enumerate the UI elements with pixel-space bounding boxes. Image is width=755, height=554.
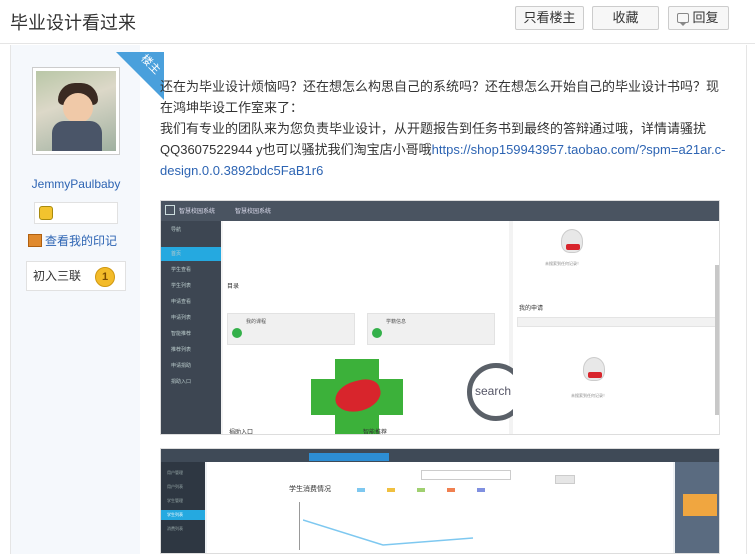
thread-title: 毕业设计看过来	[10, 13, 136, 33]
only-op-button[interactable]: 只看楼主	[515, 6, 584, 30]
avatar[interactable]	[32, 67, 120, 155]
footprint-label: 查看我的印记	[45, 234, 118, 248]
status-dot-icon	[232, 328, 242, 338]
shot1-bottom-left: 捐助入口	[229, 430, 254, 435]
shot2-nav-2: 学生管理	[167, 498, 183, 503]
reply-button-label: 回复	[692, 10, 719, 25]
shot1-topbar: 智慧校园系统 智慧校园系统	[161, 201, 719, 221]
avatar-face	[63, 93, 93, 123]
shot1-right-panel: 未搜索到任何记录！ 我的申请 未搜索到任何记录！	[513, 221, 719, 434]
column-divider	[746, 45, 747, 554]
sun-icon	[39, 206, 53, 220]
star-icon: 1	[95, 267, 115, 287]
robot-icon	[561, 229, 583, 253]
shot1-empty-tip-1: 未搜索到任何记录！	[545, 261, 581, 266]
badge-text: 初入三联	[33, 269, 82, 283]
shot1-card-2: 学籍信息	[367, 313, 495, 345]
shot1-sidebar: 导航 首页 学生查看 学生列表 申请查看 申请列表 智能推荐 推荐列表 申请捐助…	[161, 221, 221, 434]
robot-icon	[583, 357, 605, 381]
shot2-nav-1: 用户列表	[167, 484, 183, 489]
reply-button[interactable]: 回复	[668, 6, 729, 30]
shot2-right-panel	[675, 462, 719, 553]
shot2-series-line	[303, 519, 474, 546]
post-paragraph-1: 还在为毕业设计烦恼吗？还在想怎么构思自己的系统吗？还在想怎么开始自己的毕业设计书…	[160, 79, 720, 115]
shot2-nav-0: 用户管理	[167, 470, 183, 475]
legend-swatch	[447, 488, 455, 492]
post-image-2: 用户管理 用户列表 学生管理 学生列表 消费列表 学生消费情况	[160, 448, 720, 554]
shot1-nav-9: 捐助入口	[171, 379, 192, 385]
member-badge: 初入三联 1	[26, 261, 126, 291]
shot2-nav-3: 学生列表	[161, 510, 205, 520]
shot2-main: 学生消费情况	[207, 462, 673, 553]
magnifier-label: search	[475, 384, 512, 398]
rank-bar	[34, 202, 118, 224]
avatar-body	[52, 121, 102, 151]
shot1-nav-3: 学生列表	[171, 283, 192, 289]
shot1-nav-0: 导航	[171, 227, 182, 233]
shot1-main: 目录 我的课程 学籍信息 search 捐助入口 智能推荐	[223, 221, 541, 435]
shot1-right-title: 我的申请	[519, 306, 544, 312]
post-content: 还在为毕业设计烦恼吗？还在想怎么构思自己的系统吗？还在想怎么开始自己的毕业设计书…	[160, 76, 730, 181]
legend-swatch	[387, 488, 395, 492]
shot1-table-header	[517, 317, 717, 327]
shot2-tab	[309, 453, 389, 461]
shot2-search-button	[555, 475, 575, 484]
shot1-nav-2: 学生查看	[171, 267, 192, 273]
shot1-scrollbar	[715, 265, 719, 415]
thread-header: 毕业设计看过来 只看楼主 收藏 回复	[0, 0, 755, 44]
shot1-brand-2: 智慧校园系统	[235, 209, 272, 215]
shot1-nav-6: 智能推荐	[171, 331, 192, 337]
legend-swatch	[417, 488, 425, 492]
shot2-topbar	[161, 449, 719, 462]
shot1-card-2-label: 学籍信息	[386, 319, 407, 325]
favorite-button[interactable]: 收藏	[592, 6, 659, 30]
shot1-card-1: 我的课程	[227, 313, 355, 345]
shot1-section-label: 目录	[227, 284, 240, 290]
shot1-card-1-label: 我的课程	[246, 319, 267, 325]
footprint-link[interactable]: 查看我的印记	[28, 233, 117, 249]
avatar-photo	[36, 71, 116, 151]
legend-swatch	[357, 488, 365, 492]
shot1-empty-tip-2: 未搜索到任何记录！	[571, 393, 607, 398]
shot1-bottom-right: 智能推荐	[363, 430, 388, 435]
shot2-sidebar: 用户管理 用户列表 学生管理 学生列表 消费列表	[161, 462, 205, 553]
shot1-nav-7: 推荐列表	[171, 347, 192, 353]
shot1-brand: 智慧校园系统	[179, 209, 216, 215]
author-panel: JemmyPaulbaby 查看我的印记 初入三联 1	[10, 45, 140, 554]
book-icon	[28, 234, 42, 247]
forum-thread-page: 毕业设计看过来 只看楼主 收藏 回复 JemmyPaulbaby 查看我的印记 …	[0, 0, 755, 554]
shot1-nav-4: 申请查看	[171, 299, 192, 305]
post-paragraph-2: 我们有专业的团队来为您负责毕业设计，从开题报告到任务书到最终的答辩通过哦，详情请…	[160, 118, 730, 181]
legend-swatch	[477, 488, 485, 492]
shot1-nav-8: 申请捐助	[171, 363, 192, 369]
shot2-orange-button	[683, 494, 717, 516]
post-image-1: 智慧校园系统 智慧校园系统 导航 首页 学生查看 学生列表 申请查看 申请列表 …	[160, 200, 720, 435]
shot2-chart-title: 学生消费情况	[289, 486, 331, 493]
shot2-search-box	[421, 470, 511, 480]
shot2-nav-4: 消费列表	[167, 526, 183, 531]
status-dot-icon	[372, 328, 382, 338]
shot1-nav-5: 申请列表	[171, 315, 192, 321]
shot2-chart-axis	[299, 502, 300, 550]
author-username[interactable]: JemmyPaulbaby	[11, 177, 141, 191]
shot2-line-chart	[303, 519, 474, 546]
comment-icon	[677, 13, 689, 26]
shot1-nav-1: 首页	[161, 247, 221, 261]
app-logo-icon	[165, 205, 175, 215]
